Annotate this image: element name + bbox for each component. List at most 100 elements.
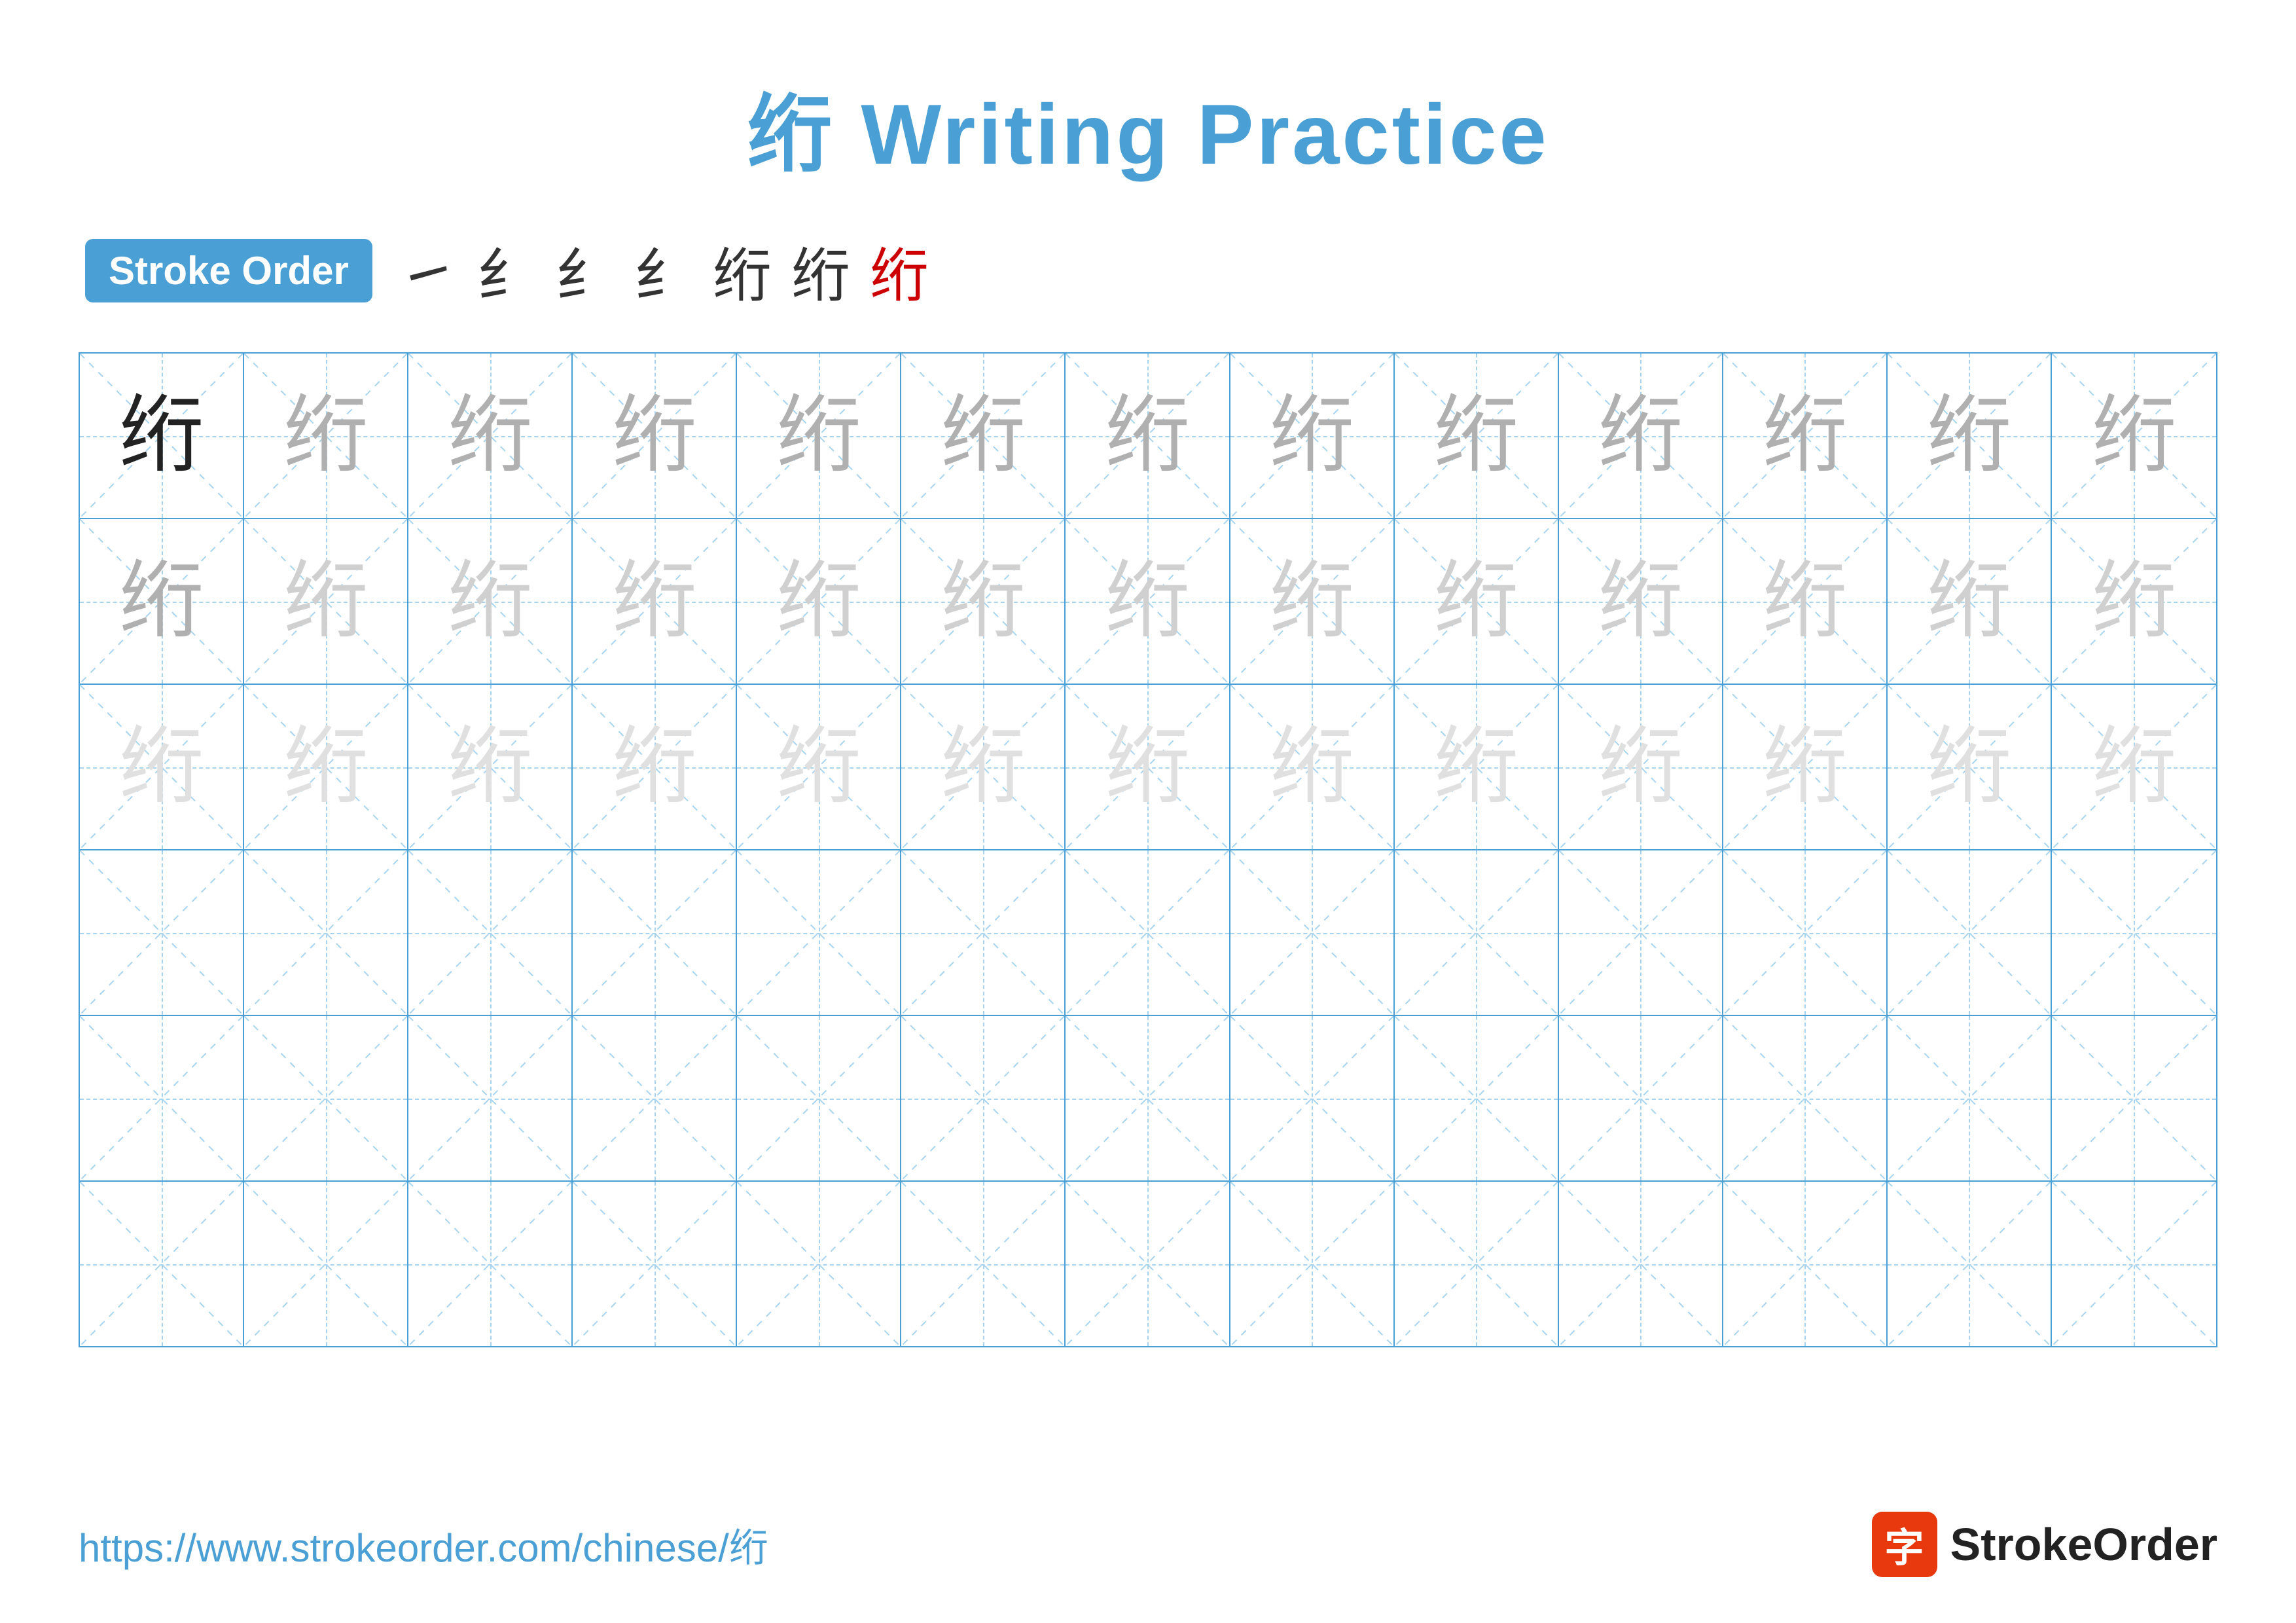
grid-cell[interactable]	[1230, 1016, 1395, 1180]
practice-char: 绗	[1105, 725, 1190, 810]
practice-grid: 绗 绗 绗 绗	[79, 352, 2217, 1347]
grid-cell[interactable]	[244, 1182, 408, 1346]
grid-cell[interactable]: 绗	[1395, 354, 1559, 518]
grid-cell[interactable]	[737, 850, 901, 1015]
grid-cell[interactable]	[2052, 1016, 2216, 1180]
grid-cell[interactable]	[901, 1016, 1066, 1180]
grid-cell[interactable]	[80, 1016, 244, 1180]
grid-cell[interactable]	[573, 850, 737, 1015]
grid-cell[interactable]	[1888, 1182, 2052, 1346]
grid-cell[interactable]	[408, 850, 573, 1015]
grid-cell[interactable]: 绗	[1723, 354, 1888, 518]
grid-cell[interactable]: 绗	[2052, 354, 2216, 518]
grid-cell[interactable]: 绗	[1888, 685, 2052, 849]
grid-cell[interactable]: 绗	[408, 354, 573, 518]
grid-cell[interactable]: 绗	[573, 685, 737, 849]
grid-row-3: 绗 绗 绗 绗	[80, 685, 2216, 850]
grid-cell[interactable]: 绗	[1723, 685, 1888, 849]
grid-cell[interactable]	[1395, 850, 1559, 1015]
grid-cell[interactable]: 绗	[244, 354, 408, 518]
grid-cell[interactable]: 绗	[1230, 354, 1395, 518]
practice-char: 绗	[2091, 559, 2176, 644]
grid-cell[interactable]: 绗	[408, 685, 573, 849]
grid-cell[interactable]: 绗	[1230, 519, 1395, 684]
grid-cell[interactable]: 绗	[1559, 519, 1723, 684]
grid-cell[interactable]	[1723, 1182, 1888, 1346]
grid-cell[interactable]	[901, 850, 1066, 1015]
grid-cell[interactable]: 绗	[737, 354, 901, 518]
grid-cell[interactable]	[2052, 850, 2216, 1015]
grid-cell[interactable]: 绗	[2052, 685, 2216, 849]
grid-cell[interactable]: 绗	[1888, 354, 2052, 518]
grid-cell[interactable]: 绗	[737, 685, 901, 849]
grid-cell[interactable]: 绗	[901, 519, 1066, 684]
footer-url[interactable]: https://www.strokeorder.com/chinese/绗	[79, 1516, 768, 1573]
practice-char: 绗	[1105, 393, 1190, 479]
grid-cell[interactable]	[573, 1182, 737, 1346]
grid-cell[interactable]	[737, 1182, 901, 1346]
grid-cell[interactable]	[1066, 1182, 1230, 1346]
practice-char: 绗	[119, 559, 204, 644]
title-char: 绗	[747, 86, 834, 182]
grid-cell[interactable]	[1395, 1016, 1559, 1180]
grid-cell[interactable]	[1723, 1016, 1888, 1180]
grid-cell[interactable]: 绗	[901, 354, 1066, 518]
grid-cell[interactable]: 绗	[244, 685, 408, 849]
grid-cell[interactable]: 绗	[80, 354, 244, 518]
grid-cell[interactable]	[1723, 850, 1888, 1015]
grid-cell[interactable]: 绗	[80, 685, 244, 849]
grid-cell[interactable]: 绗	[1395, 519, 1559, 684]
practice-char: 绗	[1433, 725, 1518, 810]
grid-cell[interactable]: 绗	[573, 354, 737, 518]
grid-cell[interactable]	[1066, 850, 1230, 1015]
grid-cell[interactable]: 绗	[901, 685, 1066, 849]
grid-cell[interactable]: 绗	[1066, 354, 1230, 518]
grid-cell[interactable]	[244, 1016, 408, 1180]
grid-cell[interactable]	[573, 1016, 737, 1180]
grid-cell[interactable]: 绗	[1888, 519, 2052, 684]
practice-char: 绗	[2091, 393, 2176, 479]
practice-char: 绗	[1598, 559, 1683, 644]
grid-cell[interactable]	[80, 1182, 244, 1346]
grid-cell[interactable]	[1559, 1182, 1723, 1346]
grid-cell[interactable]	[1888, 850, 2052, 1015]
practice-char: 绗	[1926, 559, 2011, 644]
grid-cell[interactable]	[901, 1182, 1066, 1346]
grid-cell[interactable]: 绗	[1066, 519, 1230, 684]
title-suffix: Writing Practice	[834, 86, 1549, 182]
grid-cell[interactable]: 绗	[737, 519, 901, 684]
grid-cell[interactable]: 绗	[80, 519, 244, 684]
grid-cell[interactable]: 绗	[1723, 519, 1888, 684]
grid-cell[interactable]: 绗	[1559, 354, 1723, 518]
page: 绗 Writing Practice Stroke Order ㇀ 纟 纟 纟 …	[0, 0, 2296, 1623]
grid-cell[interactable]: 绗	[1066, 685, 1230, 849]
practice-char: 绗	[1598, 725, 1683, 810]
grid-cell[interactable]: 绗	[244, 519, 408, 684]
stroke-5: 绗	[713, 228, 772, 313]
page-title: 绗 Writing Practice	[79, 65, 2217, 189]
grid-cell[interactable]	[1395, 1182, 1559, 1346]
practice-char: 绗	[448, 725, 533, 810]
grid-cell[interactable]	[1230, 850, 1395, 1015]
grid-cell[interactable]	[1559, 850, 1723, 1015]
grid-cell[interactable]: 绗	[408, 519, 573, 684]
stroke-4: 纟	[634, 228, 693, 313]
grid-cell[interactable]	[408, 1182, 573, 1346]
grid-cell[interactable]: 绗	[573, 519, 737, 684]
practice-char: 绗	[1105, 559, 1190, 644]
grid-cell[interactable]: 绗	[1230, 685, 1395, 849]
grid-cell[interactable]	[1559, 1016, 1723, 1180]
grid-cell[interactable]	[737, 1016, 901, 1180]
grid-cell[interactable]: 绗	[1395, 685, 1559, 849]
grid-cell[interactable]	[1230, 1182, 1395, 1346]
grid-cell[interactable]: 绗	[1559, 685, 1723, 849]
grid-cell[interactable]	[1888, 1016, 2052, 1180]
grid-cell[interactable]	[1066, 1016, 1230, 1180]
grid-cell[interactable]	[244, 850, 408, 1015]
grid-cell[interactable]	[2052, 1182, 2216, 1346]
grid-cell[interactable]: 绗	[2052, 519, 2216, 684]
grid-cell[interactable]	[80, 850, 244, 1015]
grid-cell[interactable]	[408, 1016, 573, 1180]
practice-char: 绗	[283, 559, 368, 644]
practice-char: 绗	[612, 559, 697, 644]
